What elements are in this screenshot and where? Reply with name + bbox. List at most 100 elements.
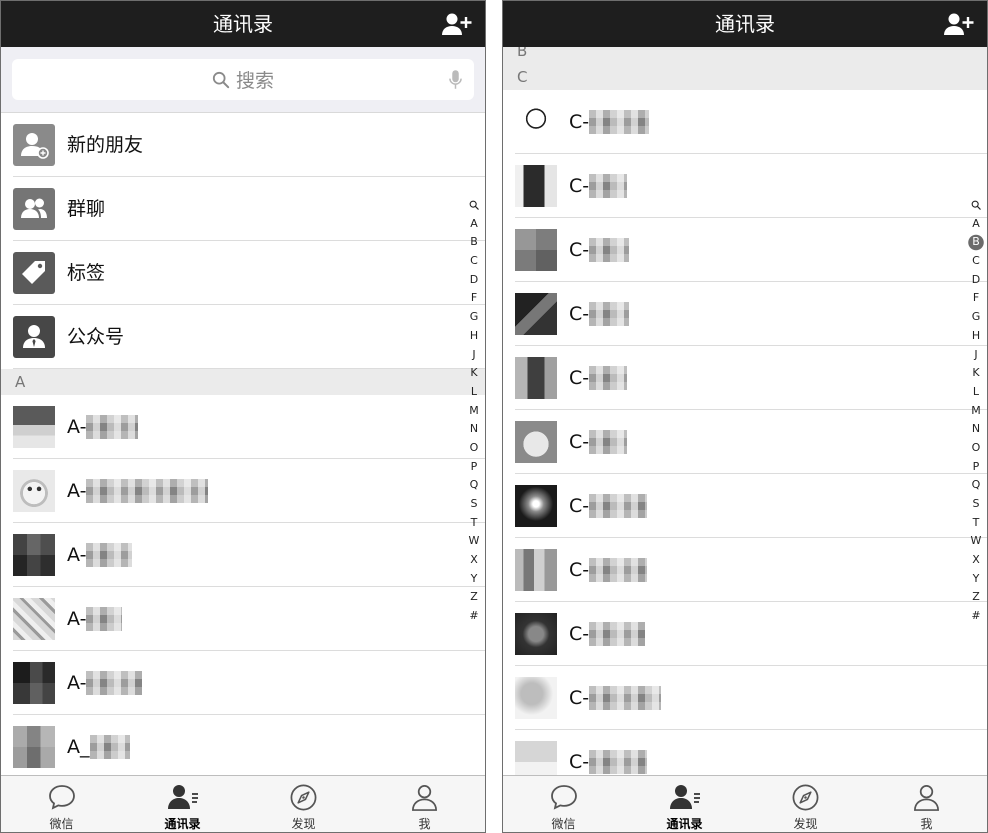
index-letter-z[interactable]: Z [968,588,984,607]
index-letter-m[interactable]: M [968,402,984,421]
index-letter-n[interactable]: N [466,420,482,439]
tab-contacts[interactable]: 通讯录 [624,776,745,832]
contact-name: A- [67,480,87,502]
index-letter-m[interactable]: M [466,402,482,421]
contact-avatar[interactable] [515,421,557,463]
contact-row[interactable]: A- [1,587,485,651]
index-letter-l[interactable]: L [466,383,482,402]
tab-discover[interactable]: 发现 [745,776,866,832]
index-letter-o[interactable]: O [466,439,482,458]
index-letter-a[interactable]: A [968,215,984,234]
contact-avatar[interactable] [515,293,557,335]
index-letter-l[interactable]: L [968,383,984,402]
contact-avatar[interactable] [13,534,55,576]
search-input[interactable]: 搜索 [12,59,474,100]
index-letter-hash[interactable]: # [968,607,984,626]
contact-label: A_ [67,715,130,779]
index-letter-k[interactable]: K [968,364,984,383]
index-letter-t[interactable]: T [466,514,482,533]
contact-row[interactable]: A- [1,523,485,587]
index-letter-d[interactable]: D [968,271,984,290]
contact-avatar[interactable] [13,470,55,512]
contact-row[interactable]: A- [1,651,485,715]
contact-avatar[interactable] [13,598,55,640]
index-letter-t[interactable]: T [968,514,984,533]
index-letter-f[interactable]: F [466,289,482,308]
tags-row[interactable]: 标签 [1,241,485,305]
group-chats-row[interactable]: 群聊 [1,177,485,241]
alphabet-index[interactable]: A B C D F G H J K L M N O P Q S T W X Y Z # [968,196,984,626]
contact-row[interactable]: A_ [1,715,485,779]
index-letter-j[interactable]: J [466,346,482,365]
index-letter-w[interactable]: W [466,532,482,551]
microphone-icon[interactable] [449,69,462,90]
alphabet-index[interactable]: A B C D F G H J K L M N O P Q S T W X Y Z # [466,196,482,626]
index-letter-c[interactable]: C [968,252,984,271]
contact-avatar[interactable] [515,677,557,719]
contact-row[interactable]: C- [503,282,987,346]
index-letter-y[interactable]: Y [466,570,482,589]
tab-contacts[interactable]: 通讯录 [122,776,243,832]
contact-row[interactable]: C- [503,154,987,218]
contact-row[interactable]: A- [1,395,485,459]
index-letter-s[interactable]: S [466,495,482,514]
contact-avatar[interactable] [13,406,55,448]
contact-avatar[interactable] [13,662,55,704]
index-letter-g[interactable]: G [968,308,984,327]
contact-avatar[interactable] [515,549,557,591]
index-letter-k[interactable]: K [466,364,482,383]
contact-avatar[interactable] [515,613,557,655]
tab-label: 微信 [49,817,74,831]
index-letter-q[interactable]: Q [968,476,984,495]
index-search-icon[interactable] [968,196,984,215]
me-icon [409,783,441,813]
contact-row[interactable]: C- [503,218,987,282]
contact-row[interactable]: C- [503,346,987,410]
contact-row[interactable]: C- [503,538,987,602]
index-letter-h[interactable]: H [466,327,482,346]
contact-row[interactable]: C- [503,410,987,474]
contact-row[interactable]: A- [1,459,485,523]
index-letter-z[interactable]: Z [466,588,482,607]
index-letter-hash[interactable]: # [466,607,482,626]
official-accounts-row[interactable]: 公众号 [1,305,485,369]
index-letter-f[interactable]: F [968,289,984,308]
tab-discover[interactable]: 发现 [243,776,364,832]
index-letter-b[interactable]: B [968,233,984,253]
index-letter-y[interactable]: Y [968,570,984,589]
index-letter-c[interactable]: C [466,252,482,271]
contact-row[interactable]: C- [503,602,987,666]
contact-avatar[interactable] [515,357,557,399]
contact-avatar[interactable] [515,165,557,207]
index-letter-p[interactable]: P [968,458,984,477]
index-letter-d[interactable]: D [466,271,482,290]
contact-avatar[interactable] [515,101,557,143]
index-letter-j[interactable]: J [968,346,984,365]
index-letter-w[interactable]: W [968,532,984,551]
index-letter-g[interactable]: G [466,308,482,327]
index-letter-h[interactable]: H [968,327,984,346]
index-letter-x[interactable]: X [466,551,482,570]
index-letter-a[interactable]: A [466,215,482,234]
contact-avatar[interactable] [515,229,557,271]
contact-avatar[interactable] [13,726,55,768]
index-letter-q[interactable]: Q [466,476,482,495]
index-letter-b[interactable]: B [466,233,482,252]
tab-me[interactable]: 我 [364,776,485,832]
index-letter-n[interactable]: N [968,420,984,439]
index-letter-o[interactable]: O [968,439,984,458]
contact-row[interactable]: C- [503,666,987,730]
index-letter-x[interactable]: X [968,551,984,570]
contact-avatar[interactable] [515,485,557,527]
new-friends-row[interactable]: 新的朋友 [1,113,485,177]
contact-row[interactable]: C- [503,90,987,154]
index-letter-p[interactable]: P [466,458,482,477]
add-user-icon[interactable] [944,12,974,36]
tab-chats[interactable]: 微信 [503,776,624,832]
tab-chats[interactable]: 微信 [1,776,122,832]
index-letter-s[interactable]: S [968,495,984,514]
contact-row[interactable]: C- [503,474,987,538]
add-user-icon[interactable] [442,12,472,36]
tab-me[interactable]: 我 [866,776,987,832]
index-search-icon[interactable] [466,196,482,215]
